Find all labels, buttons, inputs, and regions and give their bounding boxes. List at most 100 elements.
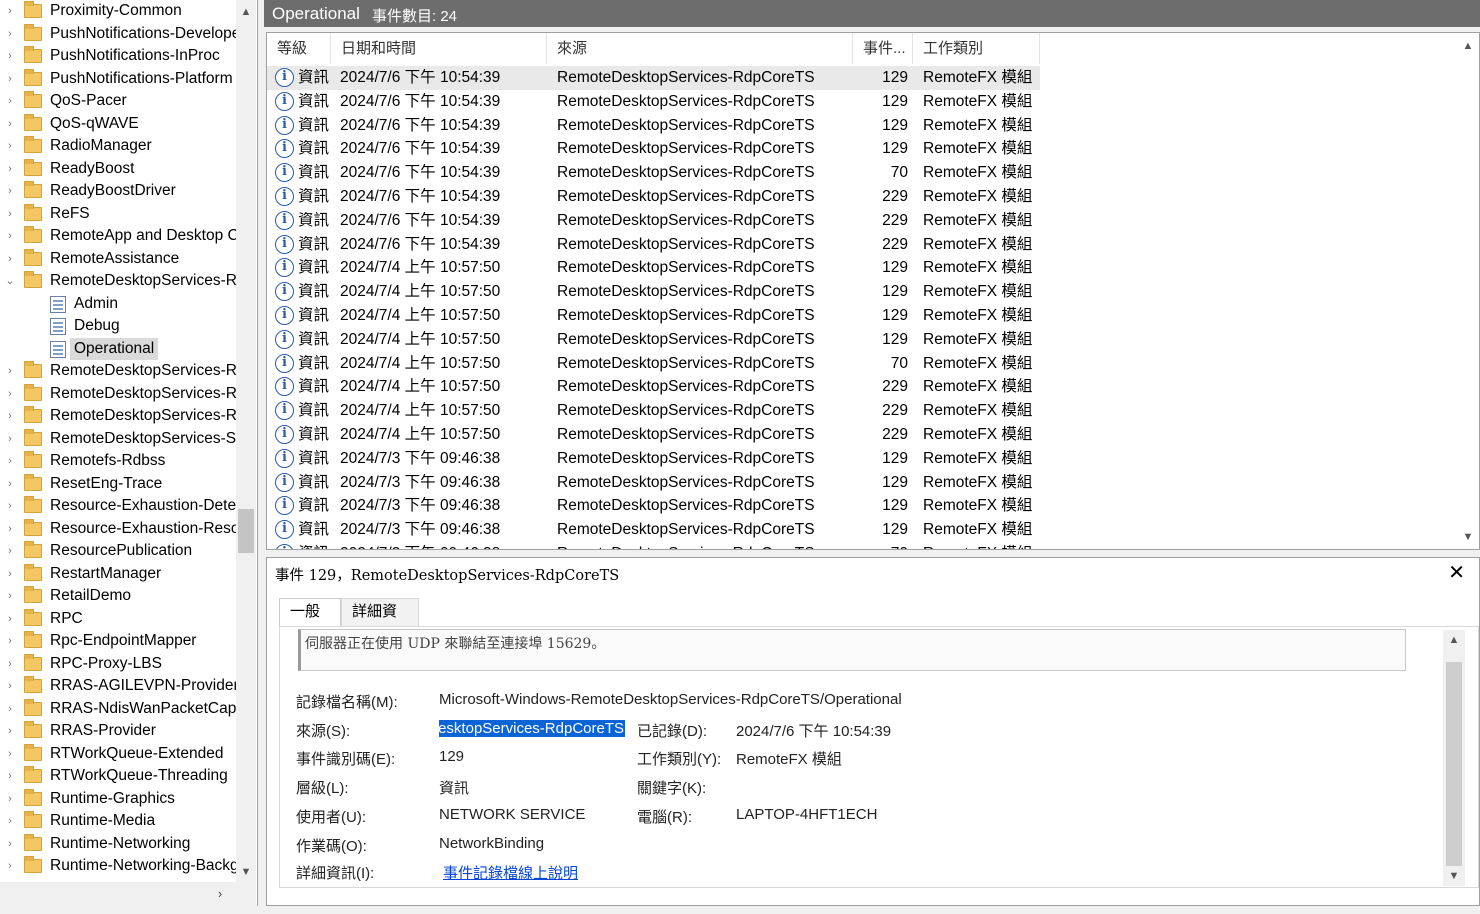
chevron-right-icon[interactable]: › bbox=[4, 743, 16, 765]
chevron-right-icon[interactable]: › bbox=[4, 540, 16, 562]
tree-child-item[interactable]: Operational bbox=[0, 337, 236, 361]
column-header-source[interactable]: 來源 bbox=[547, 33, 853, 64]
tree-scroll-thumb[interactable] bbox=[238, 509, 254, 553]
chevron-right-icon[interactable]: › bbox=[4, 788, 16, 810]
online-help-link[interactable]: 事件記錄檔線上說明 bbox=[443, 862, 578, 883]
chevron-right-icon[interactable]: › bbox=[4, 225, 16, 247]
chevron-right-icon[interactable]: › bbox=[4, 383, 16, 405]
level-value[interactable]: 資訊 bbox=[439, 777, 469, 798]
scroll-up-icon[interactable]: ▲ bbox=[236, 2, 256, 22]
event-row[interactable]: i 資訊 2024/7/4 上午 10:57:50 RemoteDesktopServ… bbox=[267, 399, 1040, 423]
chevron-down-icon[interactable]: ⌄ bbox=[4, 270, 16, 292]
tree-folder-item[interactable]: › Runtime-Media bbox=[0, 810, 236, 833]
scroll-up-icon[interactable]: ▲ bbox=[1457, 35, 1479, 57]
tree-horizontal-scrollbar[interactable]: › bbox=[0, 882, 256, 906]
scroll-right-icon[interactable]: › bbox=[210, 882, 230, 906]
event-row[interactable]: i 資訊 2024/7/4 上午 10:57:50 RemoteDesktopServ… bbox=[267, 280, 1040, 304]
event-row[interactable]: i 資訊 2024/7/6 下午 10:54:39 RemoteDesktopServ… bbox=[267, 185, 1040, 209]
chevron-right-icon[interactable]: › bbox=[4, 90, 16, 112]
event-row[interactable]: i 資訊 2024/7/6 下午 10:54:39 RemoteDesktopServ… bbox=[267, 137, 1040, 161]
logged-value[interactable]: 2024/7/6 下午 10:54:39 bbox=[736, 720, 891, 741]
computer-value[interactable]: LAPTOP-4HFT1ECH bbox=[736, 806, 877, 823]
task-category-value[interactable]: RemoteFX 模組 bbox=[736, 748, 842, 769]
event-row[interactable]: i 資訊 2024/7/6 下午 10:54:39 RemoteDesktopServ… bbox=[267, 114, 1040, 138]
chevron-right-icon[interactable]: › bbox=[4, 810, 16, 832]
tree-vertical-scrollbar[interactable]: ▲ ▼ bbox=[236, 0, 256, 882]
event-row[interactable]: i 資訊 2024/7/6 下午 10:54:39 RemoteDesktopServ… bbox=[267, 161, 1040, 185]
detail-scroll-thumb[interactable] bbox=[1446, 662, 1462, 866]
tree-folder-item[interactable]: › RestartManager bbox=[0, 563, 236, 586]
source-value[interactable]: RemoteDesktopServices-RdpCoreTS bbox=[439, 720, 625, 737]
chevron-right-icon[interactable]: › bbox=[4, 360, 16, 382]
chevron-right-icon[interactable]: › bbox=[4, 135, 16, 157]
event-row[interactable]: i 資訊 2024/7/4 上午 10:57:50 RemoteDesktopServ… bbox=[267, 328, 1040, 352]
tree-folder-item[interactable]: › RetailDemo bbox=[0, 585, 236, 608]
event-row[interactable]: i 資訊 2024/7/4 上午 10:57:50 RemoteDesktopServ… bbox=[267, 304, 1040, 328]
tree-child-item[interactable]: Debug bbox=[0, 315, 236, 338]
scroll-up-icon[interactable]: ▲ bbox=[1443, 630, 1465, 650]
scroll-down-icon[interactable]: ▼ bbox=[1443, 866, 1465, 886]
tree-child-item[interactable]: Admin bbox=[0, 293, 236, 316]
tree-folder-item[interactable]: › RTWorkQueue-Threading bbox=[0, 765, 236, 788]
chevron-right-icon[interactable]: › bbox=[4, 428, 16, 450]
chevron-right-icon[interactable]: › bbox=[4, 653, 16, 675]
tab-general[interactable]: 一般 bbox=[279, 598, 341, 627]
chevron-right-icon[interactable]: › bbox=[4, 158, 16, 180]
chevron-right-icon[interactable]: › bbox=[4, 630, 16, 652]
tree-folder-item[interactable]: › Runtime-Networking bbox=[0, 833, 236, 856]
event-row[interactable]: i 資訊 2024/7/6 下午 10:54:39 RemoteDesktopServ… bbox=[267, 90, 1040, 114]
chevron-right-icon[interactable]: › bbox=[4, 68, 16, 90]
tree-folder-item[interactable]: › Runtime-Graphics bbox=[0, 788, 236, 811]
tree-folder-item[interactable]: › ReadyBoostDriver bbox=[0, 180, 236, 203]
event-row[interactable]: i 資訊 2024/7/4 上午 10:57:50 RemoteDesktopServ… bbox=[267, 352, 1040, 376]
tree-folder-item[interactable]: › ResourcePublication bbox=[0, 540, 236, 563]
chevron-right-icon[interactable]: › bbox=[4, 45, 16, 67]
close-icon[interactable]: ✕ bbox=[1448, 560, 1465, 585]
event-row[interactable]: i資訊2024/7/3 下午 09:46:38RemoteDesktopServ… bbox=[267, 542, 1040, 549]
tree-folder-item[interactable]: › RRAS-Provider bbox=[0, 720, 236, 743]
chevron-right-icon[interactable]: › bbox=[4, 203, 16, 225]
event-row[interactable]: i 資訊 2024/7/4 上午 10:57:50 RemoteDesktopServ… bbox=[267, 375, 1040, 399]
chevron-right-icon[interactable]: › bbox=[4, 585, 16, 607]
event-row[interactable]: i資訊2024/7/3 下午 09:46:38RemoteDesktopServ… bbox=[267, 447, 1040, 471]
event-row[interactable]: i 資訊 2024/7/6 下午 10:54:39 RemoteDesktopServ… bbox=[267, 233, 1040, 257]
tree-folder-item[interactable]: › Resource-Exhaustion-Detec bbox=[0, 495, 236, 518]
tree-folder-item[interactable]: › ResetEng-Trace bbox=[0, 473, 236, 496]
tree-folder-item[interactable]: › RemoteAssistance bbox=[0, 248, 236, 271]
chevron-right-icon[interactable]: › bbox=[4, 608, 16, 630]
log-name-value[interactable]: Microsoft-Windows-RemoteDesktopServices-… bbox=[439, 691, 902, 708]
chevron-right-icon[interactable]: › bbox=[4, 473, 16, 495]
scroll-down-icon[interactable]: ▼ bbox=[236, 862, 256, 882]
tree-folder-item[interactable]: › Remotefs-Rdbss bbox=[0, 450, 236, 473]
tree-folder-item[interactable]: › RPC-Proxy-LBS bbox=[0, 653, 236, 676]
chevron-right-icon[interactable]: › bbox=[4, 495, 16, 517]
tree-folder-item[interactable]: › ReadyBoost bbox=[0, 158, 236, 181]
scroll-down-icon[interactable]: ▼ bbox=[1457, 526, 1479, 548]
tree-folder-item[interactable]: › RemoteDesktopServices-Re bbox=[0, 383, 236, 406]
column-header-date[interactable]: 日期和時間 bbox=[331, 33, 547, 64]
tree-folder-item[interactable]: › RTWorkQueue-Extended bbox=[0, 743, 236, 766]
tree-folder-item[interactable]: › RemoteDesktopServices-Se bbox=[0, 428, 236, 451]
tree-folder-item[interactable]: › PushNotifications-Develope bbox=[0, 23, 236, 46]
tree-folder-item[interactable]: › QoS-Pacer bbox=[0, 90, 236, 113]
tree-folder-item[interactable]: › ReFS bbox=[0, 203, 236, 226]
tree-folder-item[interactable]: ⌄ RemoteDesktopServices-Rc bbox=[0, 270, 236, 293]
tree-folder-item[interactable]: › RRAS-AGILEVPN-Provider bbox=[0, 675, 236, 698]
chevron-right-icon[interactable]: › bbox=[4, 450, 16, 472]
tree-folder-item[interactable]: › RRAS-NdisWanPacketCaptu bbox=[0, 698, 236, 721]
chevron-right-icon[interactable]: › bbox=[4, 698, 16, 720]
event-description[interactable]: 伺服器正在使用 UDP 來聯結至連接埠 15629。 bbox=[298, 629, 1406, 671]
event-row[interactable]: i 資訊 2024/7/4 上午 10:57:50 RemoteDesktopServ… bbox=[267, 423, 1040, 447]
tree-folder-item[interactable]: › PushNotifications-Platform bbox=[0, 68, 236, 91]
chevron-right-icon[interactable]: › bbox=[4, 855, 16, 877]
column-header-event-id[interactable]: 事件... bbox=[853, 33, 913, 64]
tree-folder-item[interactable]: › PushNotifications-InProc bbox=[0, 45, 236, 68]
chevron-right-icon[interactable]: › bbox=[4, 675, 16, 697]
chevron-right-icon[interactable]: › bbox=[4, 180, 16, 202]
chevron-right-icon[interactable]: › bbox=[4, 113, 16, 135]
tree-folder-item[interactable]: › QoS-qWAVE bbox=[0, 113, 236, 136]
chevron-right-icon[interactable]: › bbox=[4, 563, 16, 585]
chevron-right-icon[interactable]: › bbox=[4, 0, 16, 22]
event-row[interactable]: i資訊2024/7/3 下午 09:46:38RemoteDesktopServ… bbox=[267, 494, 1040, 518]
event-row[interactable]: i 資訊 2024/7/6 下午 10:54:39 RemoteDesktopServ… bbox=[267, 66, 1040, 90]
